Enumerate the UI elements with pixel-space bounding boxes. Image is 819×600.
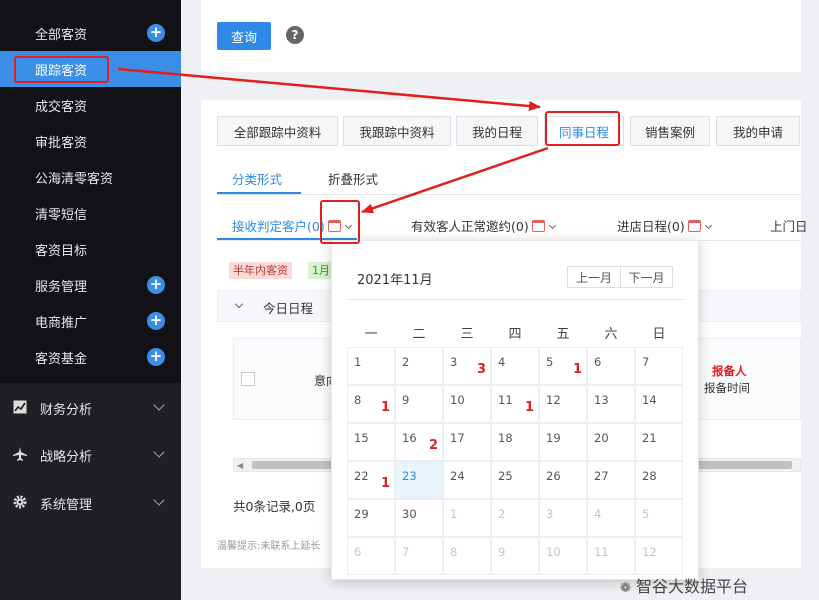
watermark-text: 智谷大数据平台 [636,577,749,596]
wechat-icon: ❁ [620,581,631,596]
arrow-to-tab [117,67,541,111]
arrow-to-calendar [361,146,549,214]
annotation-arrows [117,67,549,214]
watermark: ❁ 智谷大数据平台 [620,573,748,597]
